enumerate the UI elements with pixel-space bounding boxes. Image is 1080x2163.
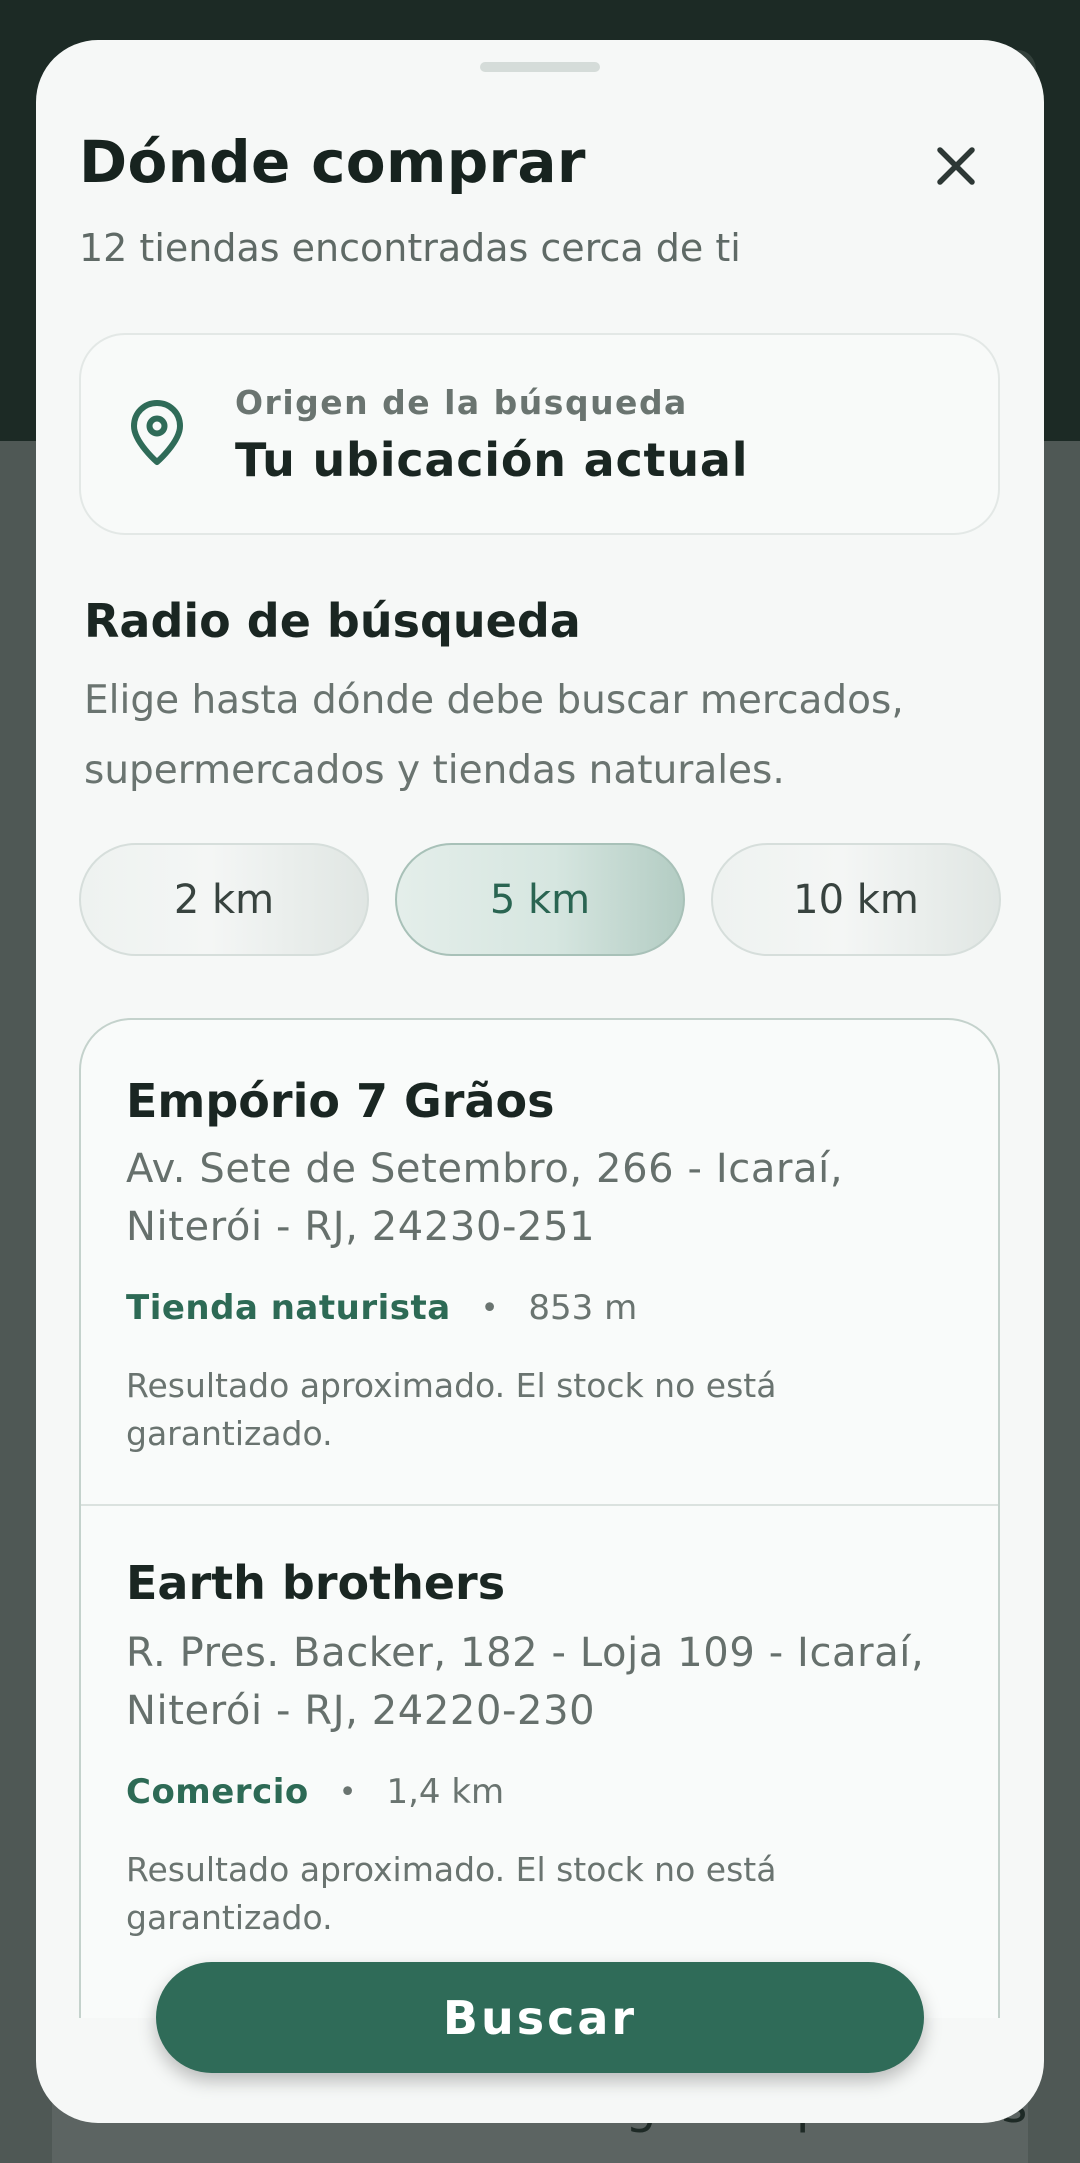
store-type: Comercio xyxy=(126,1772,309,1812)
search-radius-title: Radio de búsqueda xyxy=(84,594,581,648)
store-item[interactable]: Earth brothers R. Pres. Backer, 182 - Lo… xyxy=(81,1506,998,2018)
location-pin-icon xyxy=(131,400,183,465)
radius-option-5km[interactable]: 5 km xyxy=(395,843,685,956)
separator-dot: • xyxy=(480,1290,499,1326)
search-origin-label: Origen de la búsqueda xyxy=(235,383,688,422)
close-button[interactable] xyxy=(916,126,996,206)
store-type: Tienda naturista xyxy=(126,1288,451,1328)
sheet-drag-handle[interactable] xyxy=(480,62,600,72)
store-name: Earth brothers xyxy=(126,1556,506,1610)
store-item[interactable]: Empório 7 Grãos Av. Sete de Setembro, 26… xyxy=(81,1020,998,1504)
search-button[interactable]: Buscar xyxy=(156,1962,924,2073)
store-address: R. Pres. Backer, 182 - Loja 109 - Icaraí… xyxy=(126,1630,925,1734)
store-results-list[interactable]: Empório 7 Grãos Av. Sete de Setembro, 26… xyxy=(79,1018,1000,2018)
store-distance: 853 m xyxy=(528,1288,638,1328)
radius-option-2km[interactable]: 2 km xyxy=(79,843,369,956)
store-disclaimer: Resultado aproximado. El stock no está g… xyxy=(126,1366,777,1453)
separator-dot: • xyxy=(338,1774,357,1810)
store-name: Empório 7 Grãos xyxy=(126,1074,555,1128)
stores-found-count: 12 tiendas encontradas cerca de ti xyxy=(79,226,741,270)
search-origin-card[interactable]: Origen de la búsqueda Tu ubicación actua… xyxy=(79,333,1000,535)
search-radius-description: Elige hasta dónde debe buscar mercados, … xyxy=(84,678,904,793)
store-disclaimer: Resultado aproximado. El stock no está g… xyxy=(126,1850,777,1937)
where-to-buy-sheet: Dónde comprar 12 tiendas encontradas cer… xyxy=(36,40,1044,2123)
radius-option-10km[interactable]: 10 km xyxy=(711,843,1001,956)
store-meta: Tienda naturista • 853 m xyxy=(126,1288,637,1328)
store-distance: 1,4 km xyxy=(386,1772,505,1812)
store-address: Av. Sete de Setembro, 266 - Icaraí, Nite… xyxy=(126,1146,844,1250)
sheet-title: Dónde comprar xyxy=(79,128,586,196)
close-icon xyxy=(937,147,975,185)
search-origin-value: Tu ubicación actual xyxy=(235,433,749,487)
store-meta: Comercio • 1,4 km xyxy=(126,1772,504,1812)
